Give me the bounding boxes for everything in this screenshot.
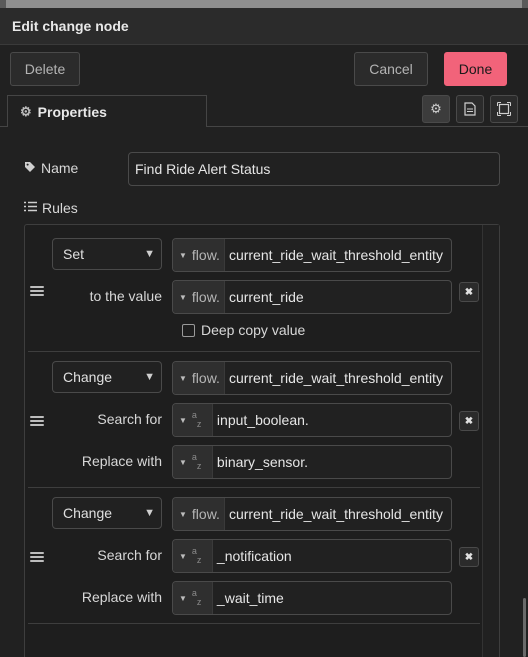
type-selector[interactable]: ▼ flow.	[173, 498, 225, 530]
chevron-down-icon: ▼	[144, 371, 155, 383]
rule-divider	[28, 487, 480, 488]
node-properties-settings-button[interactable]: ⚙	[422, 95, 450, 123]
rule-action-select[interactable]: Set ▼	[52, 238, 162, 270]
rule-action-select[interactable]: Change ▼	[52, 361, 162, 393]
dialog-scrollbar[interactable]	[523, 598, 526, 657]
caret-down-icon: ▼	[179, 250, 187, 260]
caret-down-icon: ▼	[179, 292, 187, 302]
rule-to-value-input[interactable]: ▼ flow. current_ride	[172, 280, 452, 314]
search-for-label: Search for	[97, 547, 162, 563]
rule-divider	[28, 623, 480, 624]
rule-replace-input[interactable]: ▼ a z binary_sensor.	[172, 445, 452, 479]
type-selector[interactable]: ▼ a z	[173, 582, 213, 614]
window-top-strip	[0, 0, 528, 8]
name-label: Name	[24, 160, 78, 176]
rule-property-input[interactable]: ▼ flow. current_ride_wait_threshold_entit…	[172, 497, 452, 531]
caret-down-icon: ▼	[179, 551, 187, 561]
rule-action-select[interactable]: Change ▼	[52, 497, 162, 529]
node-appearance-button[interactable]	[490, 95, 518, 123]
caret-down-icon: ▼	[179, 373, 187, 383]
list-icon	[24, 201, 37, 215]
remove-rule-button[interactable]: ✖	[459, 411, 479, 431]
string-type-icon: az	[191, 546, 202, 565]
close-icon: ✖	[464, 286, 474, 298]
caret-down-icon: ▼	[179, 415, 187, 425]
close-icon: ✖	[464, 551, 474, 563]
frame-icon	[497, 102, 511, 116]
rule-divider	[28, 351, 480, 352]
search-for-label: Search for	[97, 411, 162, 427]
cancel-button[interactable]: Cancel	[354, 52, 428, 86]
tag-icon	[24, 161, 36, 176]
gear-icon: ⚙	[430, 101, 442, 116]
type-selector[interactable]: ▼ a z	[173, 404, 213, 436]
tab-properties-label: Properties	[37, 103, 107, 120]
rule-drag-handle[interactable]	[30, 552, 44, 562]
close-icon: ✖	[464, 415, 474, 427]
type-selector[interactable]: ▼ flow.	[173, 239, 225, 271]
rule-property-input[interactable]: ▼ flow. current_ride_wait_threshold_entit…	[172, 238, 452, 272]
done-button[interactable]: Done	[444, 52, 507, 86]
document-icon	[464, 102, 476, 116]
node-description-button[interactable]	[456, 95, 484, 123]
rules-label: Rules	[24, 200, 78, 216]
chevron-down-icon: ▼	[144, 507, 155, 519]
rule-search-input[interactable]: ▼ a z _notification	[172, 539, 452, 573]
name-input[interactable]: Find Ride Alert Status	[128, 152, 500, 186]
string-type-icon: az	[191, 410, 202, 429]
remove-rule-button[interactable]: ✖	[459, 282, 479, 302]
rule-drag-handle[interactable]	[30, 286, 44, 296]
replace-with-label: Replace with	[81, 453, 162, 469]
type-selector[interactable]: ▼ flow.	[173, 281, 225, 313]
replace-with-label: Replace with	[81, 589, 162, 605]
delete-button[interactable]: Delete	[10, 52, 80, 86]
dialog-title: Edit change node	[12, 18, 129, 34]
tab-bar: ⚙ Properties ⚙	[0, 95, 528, 127]
gear-icon: ⚙	[20, 103, 32, 119]
deep-copy-checkbox[interactable]: Deep copy value	[182, 322, 305, 338]
caret-down-icon: ▼	[179, 457, 187, 467]
to-value-label: to the value	[89, 288, 162, 304]
string-type-icon: az	[191, 452, 202, 471]
rule-property-input[interactable]: ▼ flow. current_ride_wait_threshold_entit…	[172, 361, 452, 395]
type-selector[interactable]: ▼ a z	[173, 446, 213, 478]
rule-search-input[interactable]: ▼ a z input_boolean.	[172, 403, 452, 437]
type-selector[interactable]: ▼ a z	[173, 540, 213, 572]
caret-down-icon: ▼	[179, 593, 187, 603]
string-type-icon: az	[191, 588, 202, 607]
dialog-titlebar: Edit change node	[0, 8, 528, 45]
remove-rule-button[interactable]: ✖	[459, 547, 479, 567]
rule-replace-input[interactable]: ▼ a z _wait_time	[172, 581, 452, 615]
tab-properties[interactable]: ⚙ Properties	[7, 95, 207, 127]
type-selector[interactable]: ▼ flow.	[173, 362, 225, 394]
caret-down-icon: ▼	[179, 509, 187, 519]
chevron-down-icon: ▼	[144, 248, 155, 260]
checkbox-box[interactable]	[182, 323, 195, 337]
rules-list-scroll-track[interactable]	[482, 225, 499, 657]
rule-drag-handle[interactable]	[30, 416, 44, 426]
